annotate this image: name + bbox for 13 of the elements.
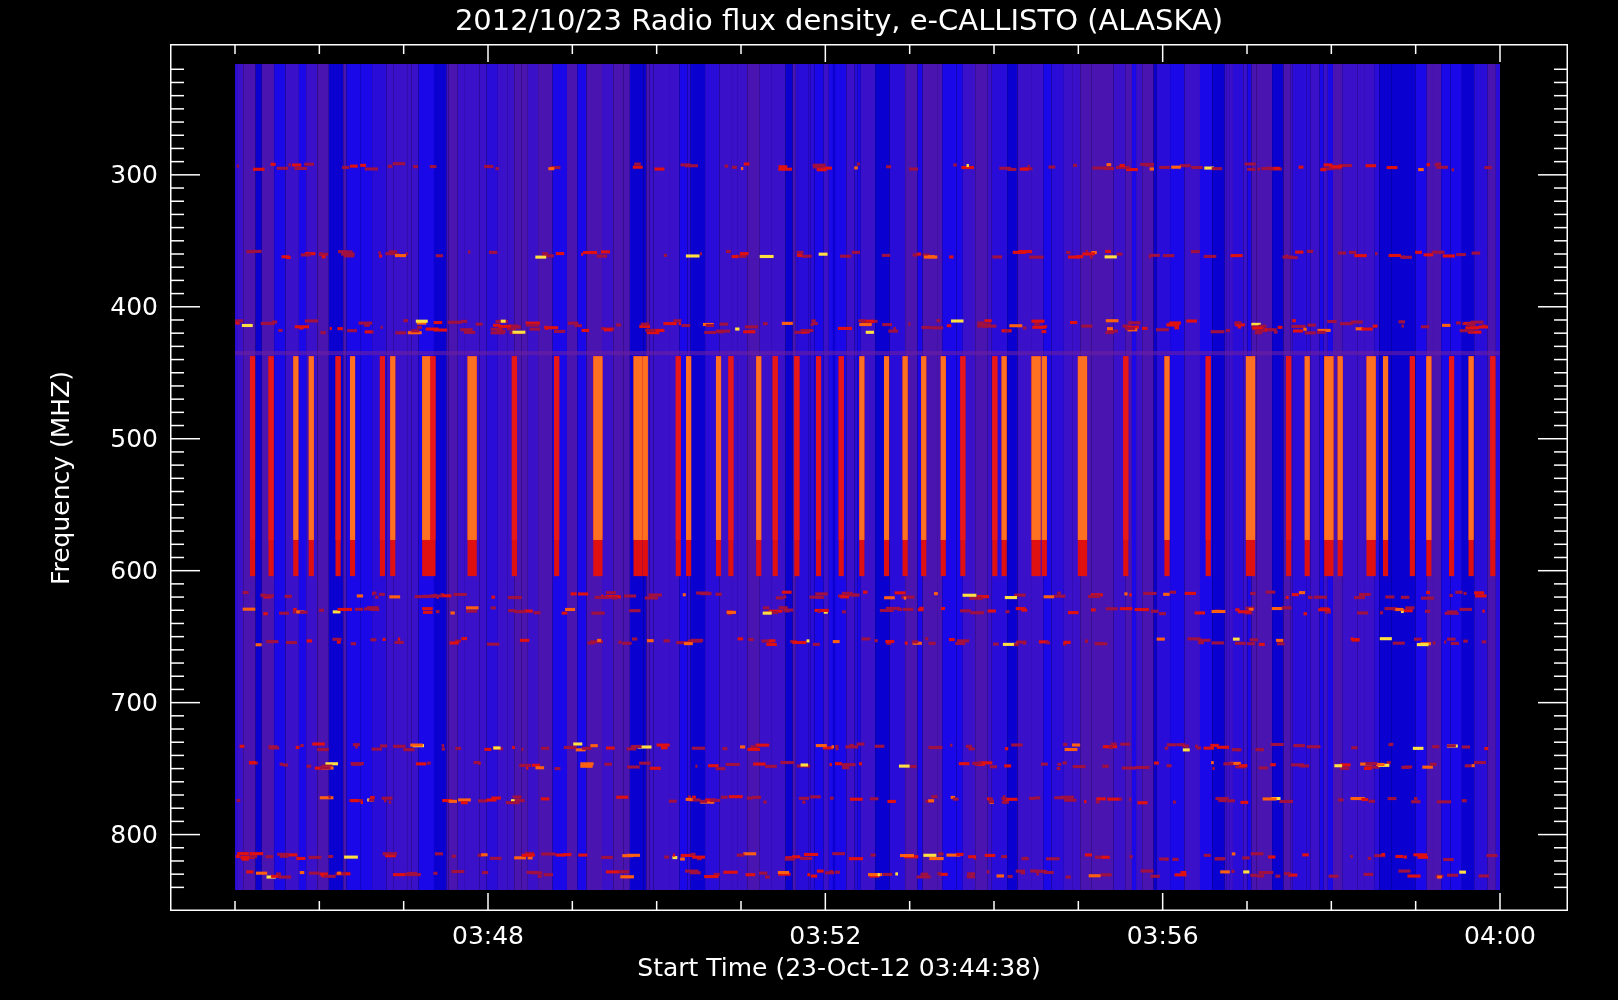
y-tick-label: 400 [110, 293, 158, 320]
x-tick-label: 03:48 [452, 921, 524, 951]
y-tick-label: 300 [110, 161, 158, 188]
y-axis-title: Frequency (MHZ) [45, 370, 75, 585]
chart-title: 2012/10/23 Radio flux density, e-CALLISTO (ALASKA) [453, 2, 1225, 39]
y-tick-label: 800 [110, 821, 158, 848]
x-tick-label: 03:56 [1126, 921, 1199, 951]
y-tick-label: 500 [110, 425, 158, 452]
x-axis-title: Start Time (23-Oct-12 03:44:38) [637, 953, 1041, 982]
y-tick-label: 700 [110, 689, 158, 716]
x-tick-label: 04:00 [1464, 921, 1536, 951]
y-tick-label: 600 [110, 557, 158, 584]
x-tick-label: 03:52 [789, 921, 862, 951]
